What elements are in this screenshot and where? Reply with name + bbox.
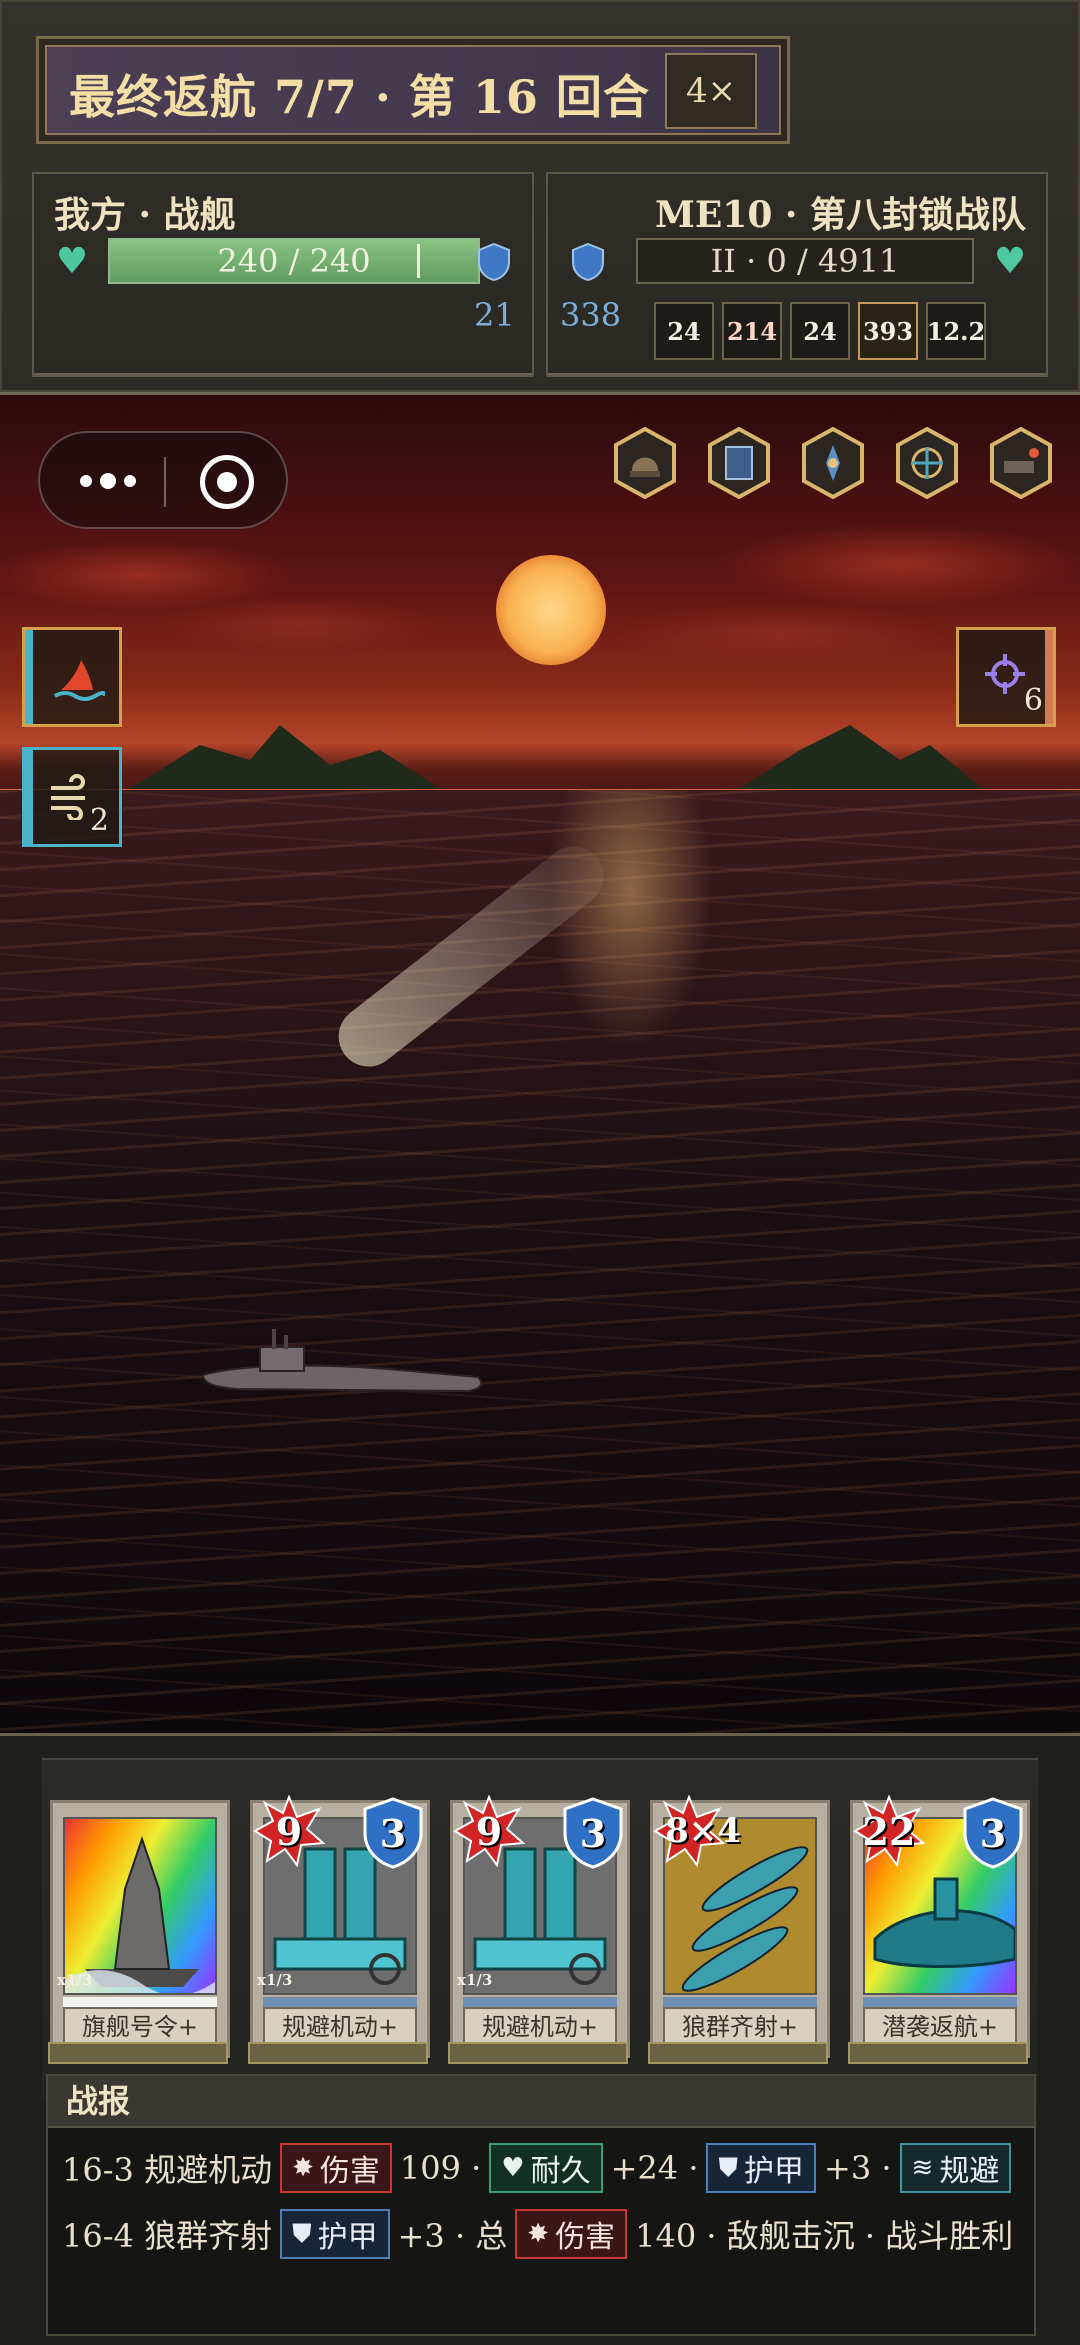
intent-anchor[interactable]: 24 bbox=[654, 302, 714, 360]
damage-badge: 8×4 bbox=[653, 1794, 753, 1868]
battle-report-title: 战报 bbox=[48, 2076, 1034, 2128]
armor-badge: 3 bbox=[361, 1797, 425, 1869]
enemy-hp-bar: II · 0 / 4911 bbox=[636, 238, 974, 284]
burst-icon: ✸ bbox=[292, 2153, 314, 2183]
card-slot-base bbox=[648, 2042, 828, 2064]
card-name: 规避机动+ bbox=[263, 2007, 417, 2047]
wind-icon: ≋ bbox=[911, 2153, 934, 2183]
status-crosshair[interactable]: 6 bbox=[956, 627, 1056, 727]
report-line: 16-3 规避机动 ✸ 伤害 109 · ♥ 耐久 +24 · ⛊ 护甲 +3 · ≋… bbox=[62, 2140, 1012, 2196]
shield-icon bbox=[478, 242, 510, 282]
status-shark-fin[interactable] bbox=[22, 627, 122, 727]
card-slot-base bbox=[48, 2042, 228, 2064]
speed-toggle-button[interactable]: 4× bbox=[665, 53, 757, 129]
card-stealth-return[interactable]: 潜袭返航+ 22 3 bbox=[850, 1794, 1030, 2058]
card-flagship-order[interactable]: x1/3 旗舰号令+ bbox=[50, 1800, 230, 2058]
armor-chip: ⛊ 护甲 bbox=[280, 2209, 390, 2259]
damage-badge: 9 bbox=[253, 1794, 326, 1868]
armor-badge: 3 bbox=[561, 1797, 625, 1869]
enemy-intent-row: 24 214 24 393 12.2 bbox=[654, 302, 986, 360]
card-name: 规避机动+ bbox=[463, 2007, 617, 2047]
card-name: 狼群齐射+ bbox=[663, 2007, 817, 2047]
card-art-battleship bbox=[63, 1817, 217, 1995]
heart-icon: ♥ bbox=[501, 2153, 525, 2183]
player-panel: 我方 · 战舰 ♥ 240 / 240 21 bbox=[32, 172, 534, 377]
sun bbox=[496, 555, 606, 665]
islands bbox=[0, 725, 1080, 795]
enemy-name: ME10 · 第八封锁战队 bbox=[655, 194, 1026, 236]
helmet-relic-icon[interactable] bbox=[612, 427, 678, 499]
shield-icon: ⛊ bbox=[718, 2153, 738, 2183]
card-slot-base bbox=[248, 2042, 428, 2064]
card-wolfpack-salvo[interactable]: 狼群齐射+ 8×4 bbox=[650, 1794, 830, 2058]
hp-chip: ♥ 耐久 bbox=[489, 2143, 603, 2193]
battle-hud: 最终返航 7/7 · 第 16 回合 4× 我方 · 战舰 ♥ 240 / 24… bbox=[0, 0, 1080, 395]
compass-relic-icon[interactable] bbox=[894, 427, 960, 499]
more-menu-button[interactable] bbox=[68, 453, 148, 509]
shark-fin-icon bbox=[53, 660, 105, 701]
wind-icon bbox=[51, 774, 85, 820]
armor-badge: 3 bbox=[961, 1797, 1025, 1869]
battle-report: 战报 16-3 规避机动 ✸ 伤害 109 · ♥ 耐久 +24 · ⛊ 护甲 +3 … bbox=[46, 2074, 1036, 2336]
card-slot-base bbox=[448, 2042, 628, 2064]
damage-chip: ✸ 伤害 bbox=[280, 2143, 392, 2193]
status-count: 6 bbox=[1023, 683, 1043, 718]
card-evasive-maneuver[interactable]: x1/3 规避机动+ 9 3 bbox=[450, 1794, 630, 2058]
crosshair-icon bbox=[985, 654, 1025, 694]
status-wind[interactable]: 2 bbox=[22, 747, 122, 847]
crest-relic-icon[interactable] bbox=[800, 427, 866, 499]
player-name: 我方 · 战舰 bbox=[54, 194, 236, 236]
bottom-panel: x1/3 旗舰号令+ x1/3 规避机动+ 9 3 x1/3 规避机动+ 9 3… bbox=[0, 1733, 1080, 2345]
card-evasive-maneuver[interactable]: x1/3 规避机动+ 9 3 bbox=[250, 1794, 430, 2058]
card-name: 潜袭返航+ bbox=[863, 2007, 1017, 2047]
player-submarine[interactable] bbox=[198, 1325, 488, 1405]
shield-icon: ⛊ bbox=[292, 2219, 312, 2249]
player-hp-bar: 240 / 240 bbox=[108, 238, 480, 284]
player-armor-value: 21 bbox=[474, 296, 515, 334]
heart-icon: ♥ bbox=[993, 241, 1027, 282]
mini-program-capsule bbox=[38, 431, 288, 529]
battle-scene: 2 6 bbox=[0, 395, 1080, 1733]
card-tier: x1/3 bbox=[57, 1971, 93, 1989]
heart-icon: ♥ bbox=[55, 241, 89, 282]
intent-burst[interactable]: 214 bbox=[722, 302, 782, 360]
armor-chip: ⛊ 护甲 bbox=[706, 2143, 816, 2193]
report-line: 16-4 狼群齐射 ⛊ 护甲 +3 · 总 ✸ 伤害 140 · 敌舰击沉 · 战斗… bbox=[62, 2206, 1013, 2262]
cannon-relic-icon[interactable] bbox=[988, 427, 1054, 499]
enemy-panel: ME10 · 第八封锁战队 II · 0 / 4911 ♥ 338 24 214… bbox=[546, 172, 1048, 377]
card-slot-base bbox=[848, 2042, 1028, 2064]
intent-shield[interactable]: 393 bbox=[858, 302, 918, 360]
damage-badge: 9 bbox=[453, 1794, 526, 1868]
evade-chip: ≋ 规避 bbox=[899, 2143, 1012, 2193]
armor-plate-relic-icon[interactable] bbox=[706, 427, 772, 499]
card-name: 旗舰号令+ bbox=[63, 2007, 217, 2047]
card-tier: x1/3 bbox=[457, 1971, 493, 1989]
close-capsule-button[interactable] bbox=[200, 455, 254, 509]
intent-anchor[interactable]: 24 bbox=[790, 302, 850, 360]
shield-icon bbox=[572, 242, 604, 282]
enemy-armor-value: 338 bbox=[560, 296, 622, 334]
damage-chip: ✸ 伤害 bbox=[515, 2209, 628, 2259]
stage-title: 最终返航 7/7 · 第 16 回合 bbox=[69, 70, 650, 124]
damage-badge: 22 bbox=[853, 1794, 926, 1868]
player-hp-text: 240 / 240 bbox=[217, 242, 371, 280]
card-tier: x1/3 bbox=[257, 1971, 293, 1989]
stage-title-frame: 最终返航 7/7 · 第 16 回合 4× bbox=[36, 36, 790, 144]
intent-crate[interactable]: 12.2 bbox=[926, 302, 986, 360]
status-count: 2 bbox=[89, 803, 109, 838]
burst-icon: ✸ bbox=[527, 2219, 550, 2249]
